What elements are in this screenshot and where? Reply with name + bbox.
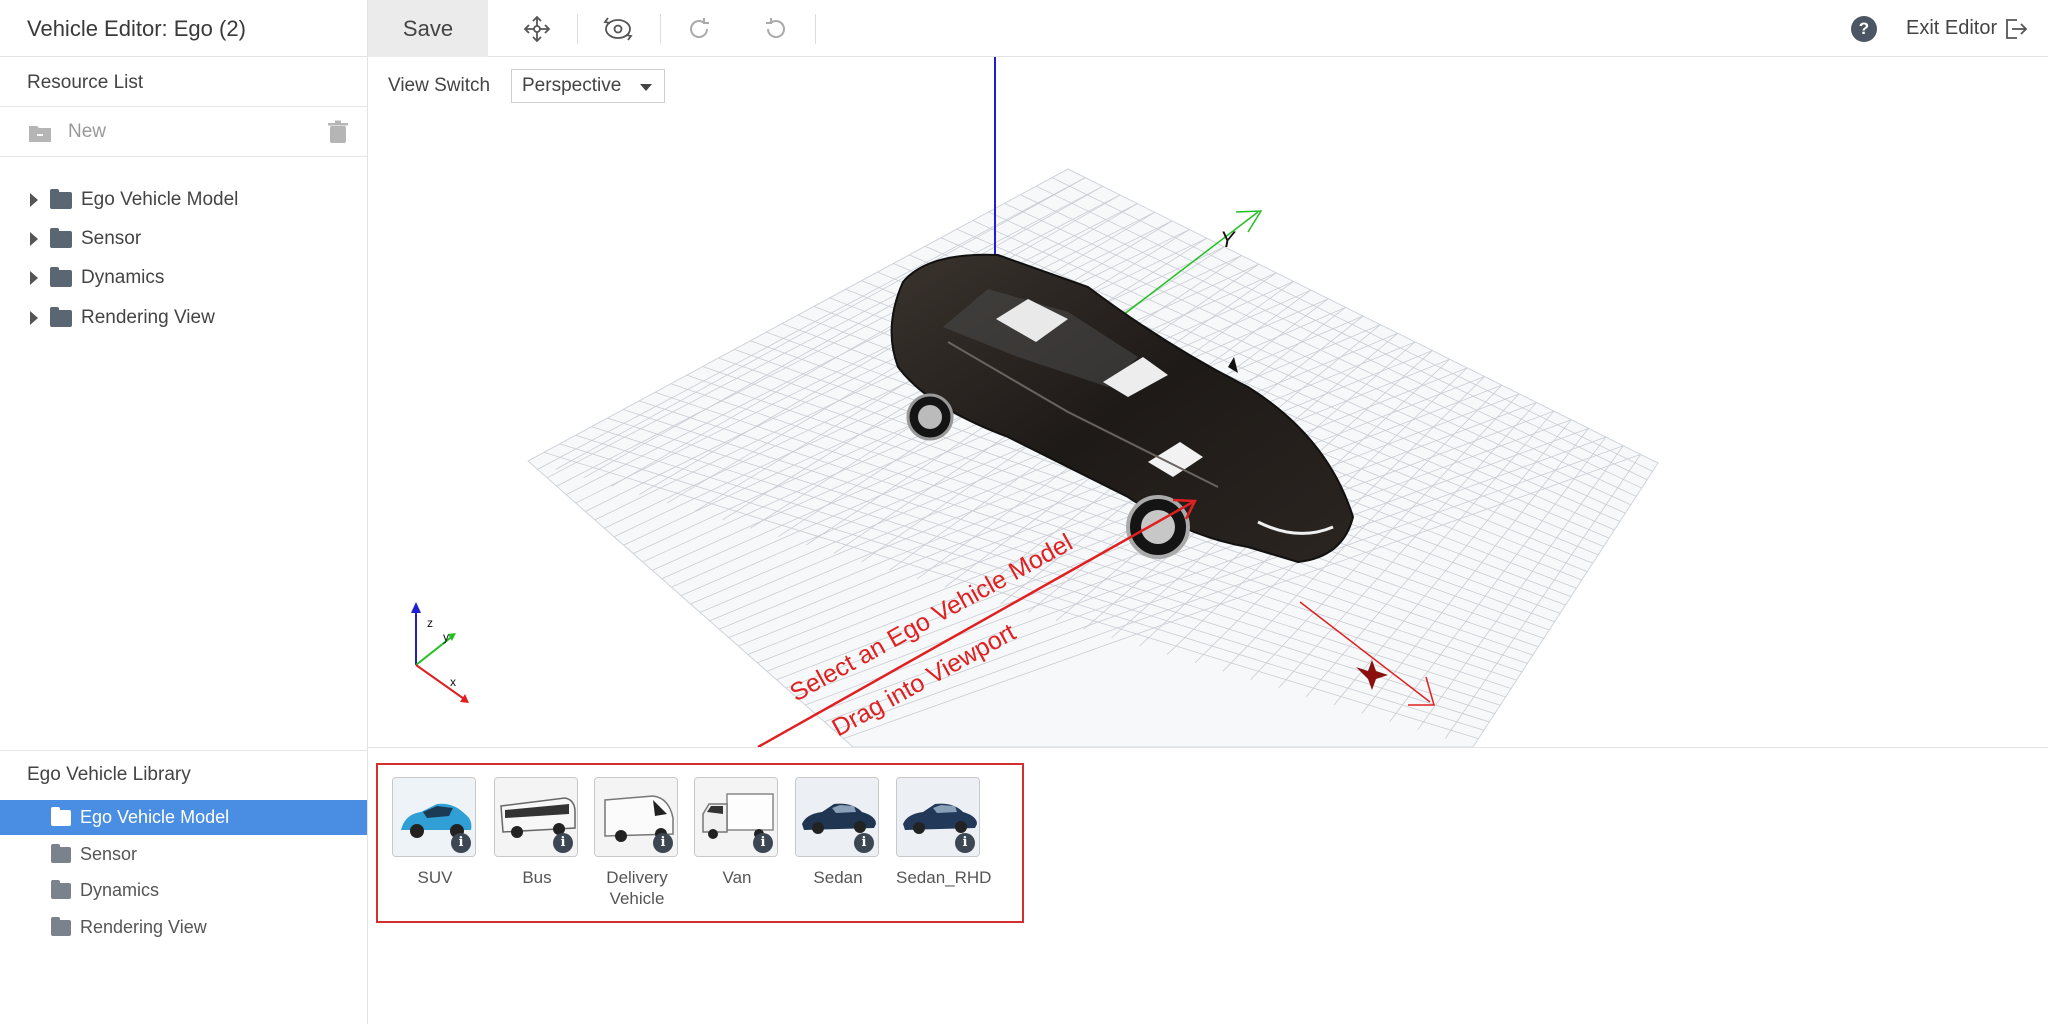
library-item-dynamics[interactable]: Dynamics <box>0 873 367 908</box>
resource-item-label: Dynamics <box>81 267 165 288</box>
info-icon[interactable]: i <box>553 833 573 853</box>
new-folder-icon[interactable] <box>28 123 52 148</box>
divider <box>0 156 367 157</box>
info-icon[interactable]: i <box>854 833 874 853</box>
resource-item-label: Ego Vehicle Model <box>81 189 239 210</box>
exit-editor-button[interactable]: Exit Editor <box>1906 0 1997 57</box>
caret-right-icon[interactable] <box>30 271 38 285</box>
vehicle-label: Sedan <box>813 868 863 887</box>
3d-viewport[interactable]: Y Select an Ego Vehicle Model Drag into … <box>368 57 2048 747</box>
toolbar-separator <box>815 14 816 44</box>
vehicle-thumbnail[interactable]: i <box>392 777 476 857</box>
view-switch-select[interactable]: Perspective <box>511 69 665 103</box>
y-axis-label: Y <box>1220 227 1236 252</box>
redo-icon[interactable] <box>680 10 718 48</box>
app-title: Vehicle Editor: Ego (2) <box>27 16 246 41</box>
exit-icon[interactable] <box>2002 16 2028 47</box>
vehicle-card-suv[interactable]: i SUV <box>392 777 478 888</box>
folder-icon <box>51 843 71 863</box>
library-heading: Ego Vehicle Library <box>27 764 191 785</box>
vehicle-thumbnail[interactable]: i <box>594 777 678 857</box>
vehicle-label: Delivery Vehicle <box>606 868 668 908</box>
vehicle-label: SUV <box>417 868 453 887</box>
info-icon[interactable]: i <box>451 833 471 853</box>
library-item-ego-vehicle-model[interactable]: Ego Vehicle Model <box>0 800 367 835</box>
folder-icon <box>50 227 72 248</box>
library-item-label: Ego Vehicle Model <box>80 807 230 827</box>
vehicle-thumbnail[interactable]: i <box>694 777 778 857</box>
toolbar-separator <box>577 14 578 44</box>
caret-right-icon[interactable] <box>30 232 38 246</box>
folder-icon <box>51 879 71 899</box>
view-switch-value: Perspective <box>522 75 622 96</box>
sidebar: Resource List New Ego Vehicle Model Sens… <box>0 57 368 1024</box>
resource-item-dynamics[interactable]: Dynamics <box>0 259 367 297</box>
scene-canvas[interactable]: Y Select an Ego Vehicle Model Drag into … <box>368 57 2048 747</box>
undo-icon[interactable] <box>757 10 795 48</box>
y-axis-arrow-icon <box>1235 210 1263 233</box>
chevron-down-icon <box>640 84 652 91</box>
caret-right-icon[interactable] <box>30 311 38 325</box>
divider <box>368 747 2048 748</box>
svg-text:y: y <box>443 630 449 644</box>
resource-item-rendering-view[interactable]: Rendering View <box>0 299 367 337</box>
folder-icon <box>51 916 71 936</box>
vehicle-library-panel: i SUV i Bus i Delivery Vehicle i Van i S… <box>376 763 1024 923</box>
folder-icon <box>50 188 72 209</box>
vehicle-thumbnail[interactable]: i <box>896 777 980 857</box>
vehicle-thumbnail[interactable]: i <box>795 777 879 857</box>
vehicle-card-bus[interactable]: i Bus <box>494 777 580 888</box>
library-item-label: Dynamics <box>80 880 160 900</box>
folder-icon <box>50 306 72 327</box>
info-icon[interactable]: i <box>955 833 975 853</box>
divider <box>0 750 367 751</box>
vehicle-label: Van <box>722 868 752 887</box>
info-icon[interactable]: i <box>753 833 773 853</box>
vehicle-card-sedan[interactable]: i Sedan <box>795 777 881 888</box>
svg-text:x: x <box>450 675 456 689</box>
view-switch-label: View Switch <box>388 75 491 96</box>
trash-icon[interactable] <box>327 120 349 149</box>
new-button[interactable]: New <box>68 121 106 143</box>
info-icon[interactable]: i <box>653 833 673 853</box>
folder-icon <box>50 266 72 287</box>
orbit-icon[interactable] <box>599 10 637 48</box>
folder-icon <box>51 806 71 826</box>
resource-item-ego-vehicle-model[interactable]: Ego Vehicle Model <box>0 181 367 219</box>
help-icon[interactable]: ? <box>1851 16 1877 42</box>
resource-item-sensor[interactable]: Sensor <box>0 220 367 258</box>
resource-item-label: Sensor <box>81 228 142 249</box>
library-item-rendering-view[interactable]: Rendering View <box>0 910 367 945</box>
orientation-gizmo-icon: z y x <box>411 602 469 703</box>
vehicle-card-sedan-rhd[interactable]: i Sedan_RHD <box>896 777 992 888</box>
vehicle-card-delivery-vehicle[interactable]: i Delivery Vehicle <box>594 777 680 909</box>
vehicle-label: Sedan_RHD <box>896 868 992 887</box>
vehicle-card-van[interactable]: i Van <box>694 777 780 888</box>
library-item-label: Sensor <box>80 844 138 864</box>
toolbar-separator <box>660 14 661 44</box>
svg-text:z: z <box>427 616 433 630</box>
move-icon[interactable] <box>518 10 556 48</box>
save-button[interactable]: Save <box>368 0 488 57</box>
resource-list-heading: Resource List <box>27 72 144 93</box>
vehicle-thumbnail[interactable]: i <box>494 777 578 857</box>
library-item-label: Rendering View <box>80 917 207 937</box>
new-toolbar: New <box>0 107 367 157</box>
vehicle-label: Bus <box>522 868 552 887</box>
caret-right-icon[interactable] <box>30 193 38 207</box>
library-item-sensor[interactable]: Sensor <box>0 837 367 872</box>
resource-item-label: Rendering View <box>81 307 215 328</box>
top-bar: Vehicle Editor: Ego (2) Save ? Exit Edit… <box>0 0 2048 57</box>
